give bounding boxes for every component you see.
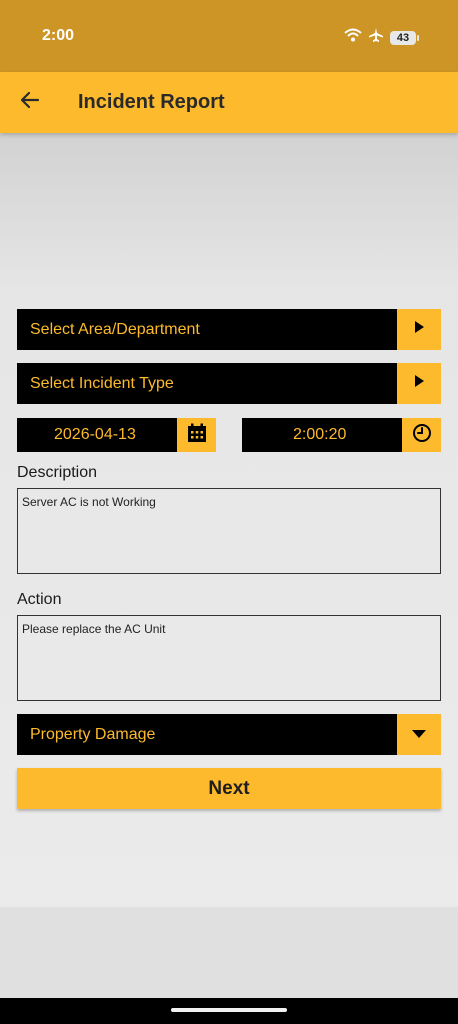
clock-icon <box>412 423 432 448</box>
airplane-icon <box>368 27 384 48</box>
incident-type-arrow-button[interactable] <box>397 363 441 404</box>
description-field[interactable]: Server AC is not Working <box>17 488 441 574</box>
arrow-left-icon <box>20 91 40 114</box>
time-picker-button[interactable] <box>402 418 441 452</box>
wifi-icon <box>344 28 362 47</box>
status-time: 2:00 <box>42 27 75 44</box>
next-button[interactable]: Next <box>17 768 441 809</box>
bottom-area <box>0 907 458 998</box>
area-department-label: Select Area/Department <box>30 321 200 338</box>
app-bar: Incident Report <box>0 72 458 133</box>
incident-type-label: Select Incident Type <box>30 375 174 392</box>
status-bar: 2:00 43 <box>0 0 458 72</box>
date-picker[interactable]: 2026-04-13 <box>17 418 216 452</box>
caret-down-icon <box>411 726 427 744</box>
category-selected-label: Property Damage <box>30 726 156 743</box>
status-icons: 43 <box>344 27 419 48</box>
time-value: 2:00:20 <box>293 426 347 443</box>
back-button[interactable] <box>16 88 44 116</box>
play-triangle-icon <box>413 374 425 393</box>
action-field[interactable]: Please replace the AC Unit <box>17 615 441 701</box>
calendar-icon <box>187 423 207 448</box>
date-value: 2026-04-13 <box>54 426 136 443</box>
category-dropdown-button[interactable] <box>397 714 441 755</box>
action-label: Action <box>17 591 62 608</box>
date-picker-button[interactable] <box>177 418 216 452</box>
home-gesture-handle[interactable] <box>171 1008 287 1012</box>
area-department-select[interactable]: Select Area/Department <box>17 309 441 350</box>
battery-icon: 43 <box>390 30 419 45</box>
category-dropdown[interactable]: Property Damage <box>17 714 441 755</box>
description-label: Description <box>17 464 98 481</box>
play-triangle-icon <box>413 320 425 339</box>
page-title: Incident Report <box>78 91 225 113</box>
area-department-arrow-button[interactable] <box>397 309 441 350</box>
incident-type-select[interactable]: Select Incident Type <box>17 363 441 404</box>
time-picker[interactable]: 2:00:20 <box>242 418 441 452</box>
system-navigation-bar <box>0 998 458 1024</box>
